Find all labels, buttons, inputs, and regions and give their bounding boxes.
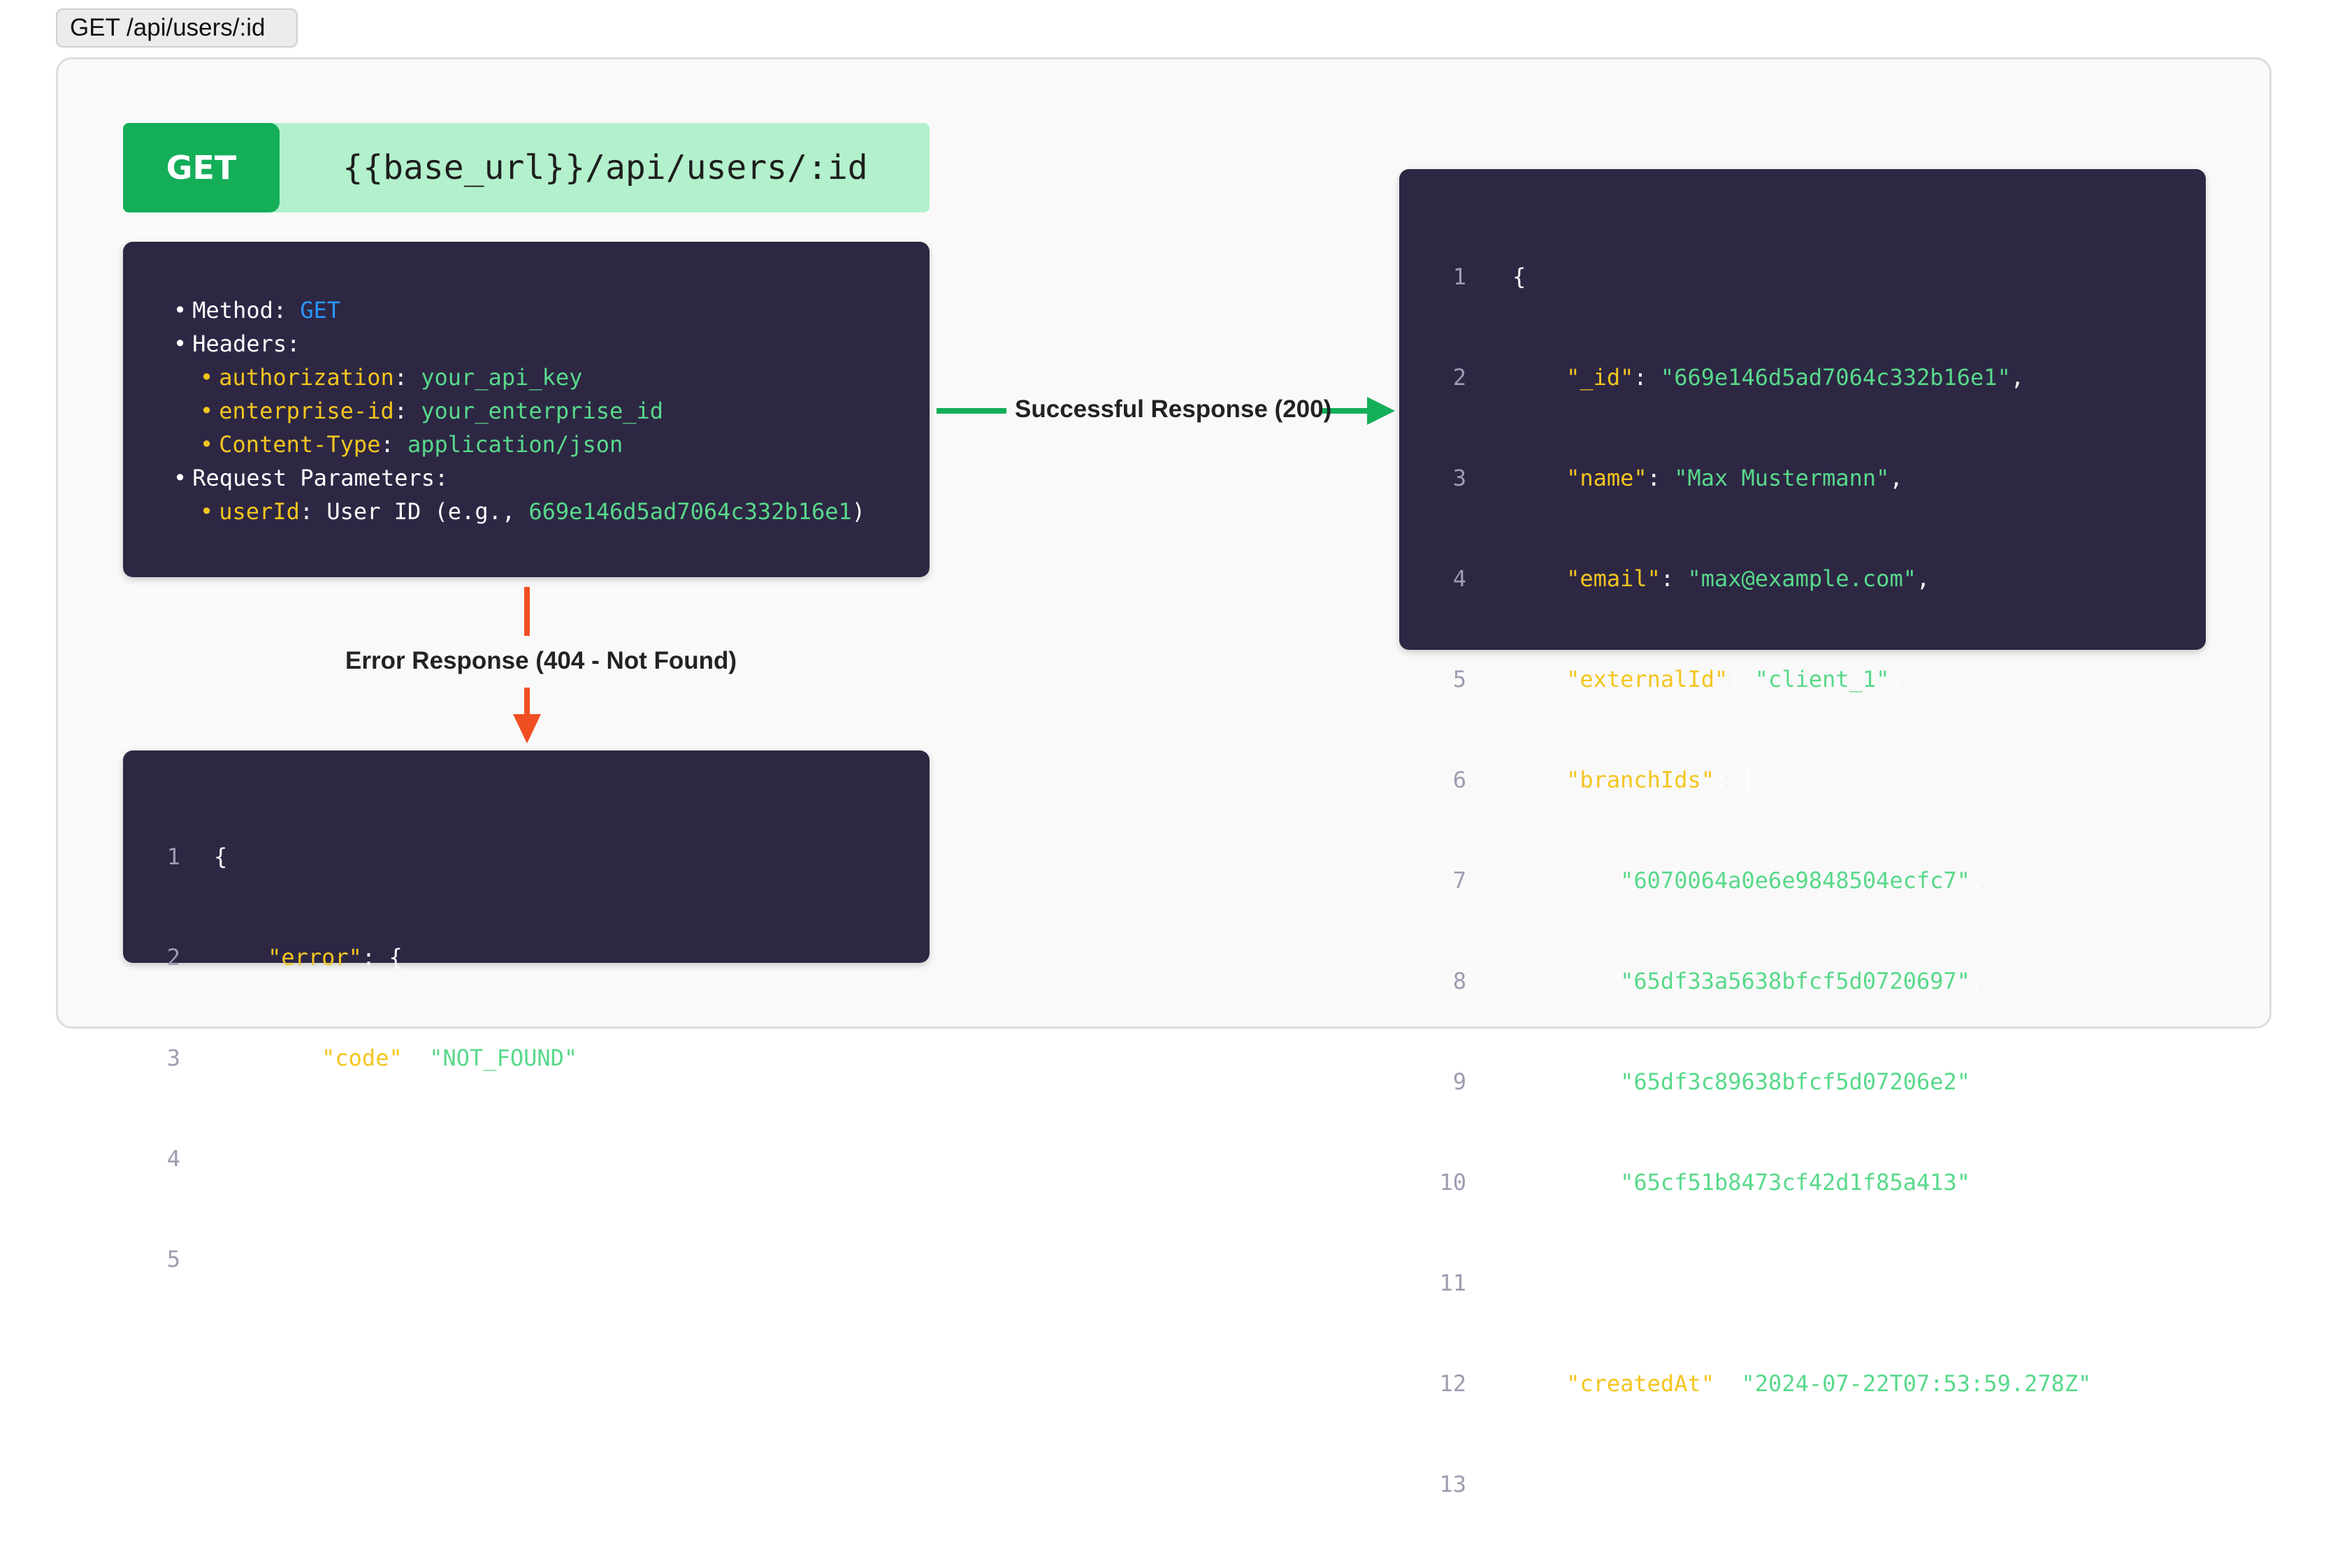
params-item: • Request Parameters: • userId: User ID (e… [173,461,865,528]
code-line: 9 "65df3c89638bfcf5d07206e2", [1433,1065,2091,1098]
endpoint-url: {{base_url}}/api/users/:id [342,148,868,187]
param-item: • userId: User ID (e.g., 669e146d5ad7064c… [200,498,866,525]
success-response-panel: 1{ 2 "_id": "669e146d5ad7064c332b16e1", … [1399,169,2206,1497]
code-line: 1{ [157,840,577,873]
json-key: "branchIds" [1566,767,1714,793]
error-label: Error Response (404 - Not Found) [345,647,737,674]
code-line: 11 ], [1433,1266,2091,1300]
method-badge: GET [123,123,280,212]
error-response-code: 1{ 2 "error": { 3 "code": "NOT_FOUND" 4 … [157,773,577,1343]
error-arrow-head [513,714,541,743]
param-key: userId [219,498,300,525]
headers-label: Headers: [192,331,301,357]
param-desc: User ID (e.g., [326,498,529,525]
header-key: authorization [219,364,394,391]
line-number: 2 [166,944,180,971]
line-number: 4 [166,1145,180,1172]
code-line: 7 "6070064a0e6e9848504ecfc7", [1433,864,2091,897]
code-line: 10 "65cf51b8473cf42d1f85a413" [1433,1166,2091,1199]
code-line: 12 "createdAt": "2024-07-22T07:53:59.278… [1433,1367,2091,1400]
header-key: enterprise-id [219,398,394,424]
header-item: • authorization: your_api_key [200,364,583,391]
header-item: • enterprise-id: your_enterprise_id [200,398,664,424]
code-line: 5} [157,1242,577,1276]
line-number: 3 [1452,465,1466,491]
line-number: 8 [1452,968,1466,994]
endpoint-tab[interactable]: GET /api/users/:id [56,8,298,48]
line-number: 10 [1439,1169,1466,1196]
request-details-panel: • Method: GET • Headers: • authorization: y… [123,242,930,577]
header-value: your_api_key [421,364,583,391]
param-close: ) [851,498,866,525]
line-number: 7 [1452,867,1466,894]
json-key: "name" [1566,465,1647,491]
line-number: 5 [166,1246,180,1272]
headers-item: • Headers: • authorization: your_api_key •… [173,327,865,461]
method-item: • Method: GET [173,297,341,324]
json-key: "email" [1566,565,1661,592]
method-value: GET [300,297,341,324]
success-arrow-head [1367,397,1395,425]
param-example: 669e146d5ad7064c332b16e1 [528,498,852,525]
code-line: 6 "branchIds": [ [1433,763,2091,797]
line-number: 4 [1452,565,1466,592]
line-number: 9 [1452,1068,1466,1095]
code-line: 3 "name": "Max Mustermann", [1433,461,2091,495]
header-value: your_enterprise_id [421,398,664,424]
json-string: "65df3c89638bfcf5d07206e2" [1620,1068,1971,1095]
code-line: 5 "externalId": "client_1", [1433,662,2091,696]
code-line: 4 "email": "max@example.com", [1433,562,2091,595]
line-number: 11 [1439,1270,1466,1296]
code-line: 13} [1433,1467,2091,1501]
header-item: • Content-Type: application/json [200,431,623,458]
json-key: "error" [268,944,362,971]
json-string: "65df33a5638bfcf5d0720697" [1620,968,1971,994]
json-string: "6070064a0e6e9848504ecfc7" [1620,867,1971,894]
json-key: "_id" [1566,364,1634,391]
json-key: "createdAt" [1566,1370,1714,1397]
line-number: 5 [1452,666,1466,692]
json-string: "Max Mustermann" [1674,465,1890,491]
line-number: 1 [166,843,180,870]
success-label: Successful Response (200) [1015,395,1332,423]
endpoint-bar: GET {{base_url}}/api/users/:id [123,123,930,212]
line-number: 3 [166,1045,180,1071]
header-value: application/json [407,431,623,458]
error-response-panel: 1{ 2 "error": { 3 "code": "NOT_FOUND" 4 … [123,750,930,1272]
success-response-code: 1{ 2 "_id": "669e146d5ad7064c332b16e1", … [1433,193,2091,1568]
request-details-list: • Method: GET • Headers: • authorization: y… [173,293,865,528]
json-string: "max@example.com" [1687,565,1916,592]
params-label: Request Parameters: [192,465,449,491]
line-number: 13 [1439,1471,1466,1497]
line-number: 1 [1452,263,1466,290]
code-line: 8 "65df33a5638bfcf5d0720697", [1433,964,2091,998]
code-line: 2 "error": { [157,941,577,974]
header-key: Content-Type [219,431,381,458]
json-string: "NOT_FOUND" [429,1045,578,1071]
code-line: 2 "_id": "669e146d5ad7064c332b16e1", [1433,361,2091,394]
line-number: 2 [1452,364,1466,391]
json-string: "2024-07-22T07:53:59.278Z" [1741,1370,2092,1397]
line-number: 12 [1439,1370,1466,1397]
json-string: "65cf51b8473cf42d1f85a413" [1620,1169,1971,1196]
code-line: 1{ [1433,260,2091,293]
json-string: "client_1" [1754,666,1890,692]
json-key: "code" [322,1045,403,1071]
method-label: Method: [192,297,287,324]
line-number: 6 [1452,767,1466,793]
code-line: 4 } [157,1142,577,1175]
json-key: "externalId" [1566,666,1728,692]
json-string: "669e146d5ad7064c332b16e1" [1660,364,2011,391]
code-line: 3 "code": "NOT_FOUND" [157,1041,577,1075]
